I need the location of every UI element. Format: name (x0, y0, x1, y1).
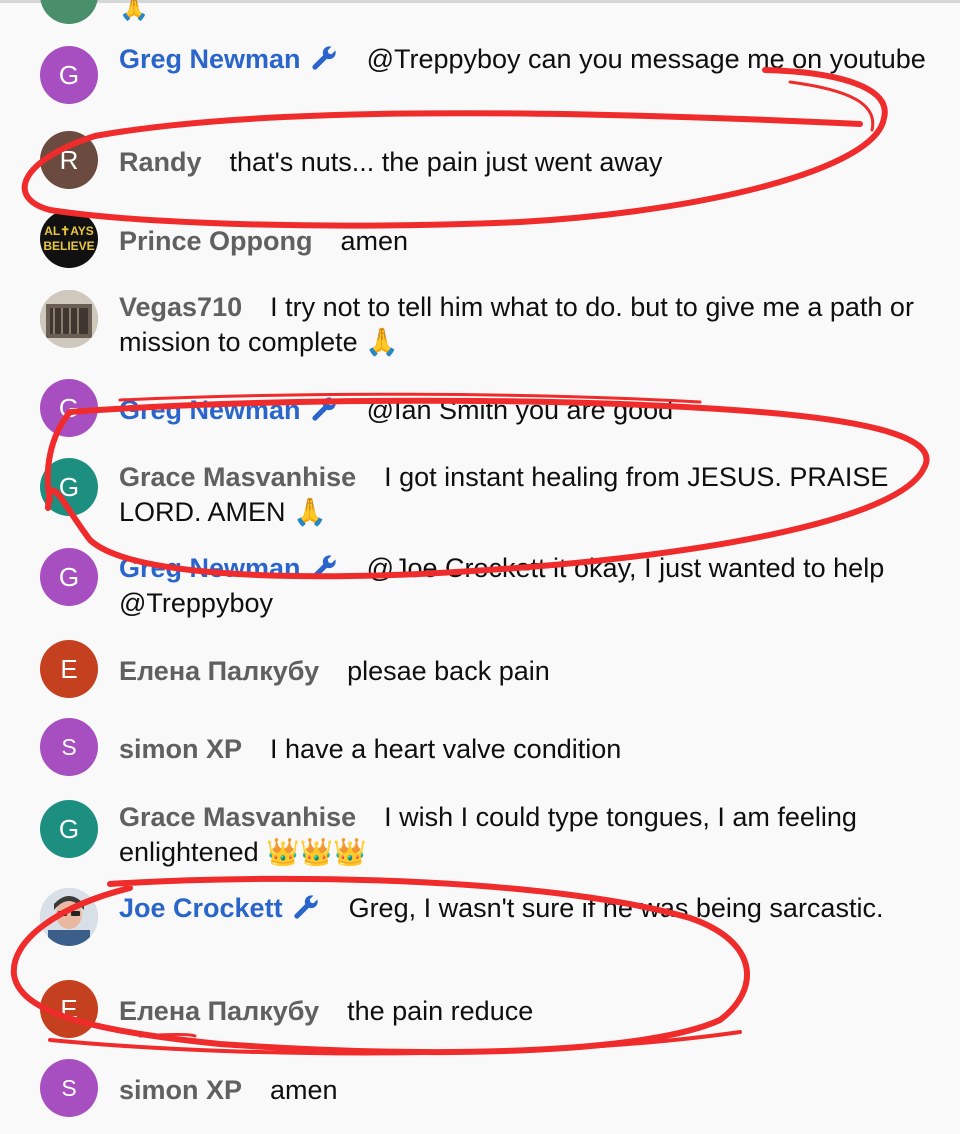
message-text: @Treppyboy can you message me on youtube (366, 44, 926, 74)
avatar[interactable]: G (40, 800, 98, 858)
author-name[interactable]: Prince Oppong (119, 226, 313, 256)
avatar-letter: G (58, 561, 80, 592)
message-text: plesae back pain (347, 656, 550, 686)
avatar[interactable]: G (40, 458, 98, 516)
author-name-text: Joe Crockett (119, 893, 283, 923)
partial-message-emoji: 🙏 (119, 0, 149, 22)
avatar[interactable]: E (40, 640, 98, 698)
avatar-letter: G (58, 392, 80, 423)
author-name-text: Greg Newman (119, 395, 301, 425)
author-name[interactable]: Vegas710 (119, 292, 242, 322)
wrench-icon (311, 397, 336, 421)
avatar[interactable]: G (40, 548, 98, 606)
avatar[interactable]: AL✝AYS BELIEVE (40, 210, 98, 268)
message-text: amen (340, 226, 409, 256)
photo-avatar (40, 888, 98, 946)
wrench-icon (311, 555, 336, 579)
avatar-letter: E (60, 993, 78, 1024)
avatar-letter: E (60, 653, 78, 684)
avatar[interactable]: S (40, 1059, 98, 1117)
message-text: I have a heart valve condition (270, 734, 622, 764)
avatar-letter: G (58, 59, 80, 90)
author-name-text: Greg Newman (119, 44, 301, 74)
message-text: Greg, I wasn't sure if he was being sarc… (348, 893, 884, 923)
partial-avatar (40, 0, 98, 24)
message-text: @Ian Smith you are good (366, 395, 674, 425)
avatar-letter: R (59, 144, 79, 175)
author-name[interactable]: Greg Newman (119, 44, 339, 74)
wrench-icon (311, 46, 336, 70)
author-name[interactable]: Greg Newman (119, 553, 339, 583)
avatar[interactable]: S (40, 718, 98, 776)
author-name[interactable]: simon XP (119, 1075, 242, 1105)
avatar-letter: S (61, 733, 77, 760)
avatar[interactable]: G (40, 379, 98, 437)
svg-text:AL✝AYS: AL✝AYS (44, 224, 94, 238)
avatar-letter: G (58, 471, 80, 502)
author-name[interactable]: Елена Палкубу (119, 996, 319, 1026)
author-name[interactable]: Grace Masvanhise (119, 462, 356, 492)
author-name[interactable]: Randy (119, 147, 202, 177)
author-name[interactable]: Joe Crockett (119, 893, 321, 923)
author-name-text: Greg Newman (119, 553, 301, 583)
message-text: amen (270, 1075, 338, 1105)
photo-avatar (40, 290, 98, 348)
wrench-icon (293, 895, 318, 919)
avatar[interactable]: E (40, 980, 98, 1038)
avatar[interactable] (40, 290, 98, 348)
avatar-letter: G (58, 813, 80, 844)
author-name[interactable]: Greg Newman (119, 395, 339, 425)
avatar[interactable]: G (40, 46, 98, 104)
message-text: the pain reduce (347, 996, 534, 1026)
svg-text:BELIEVE: BELIEVE (43, 239, 94, 253)
message-text: that's nuts... the pain just went away (229, 147, 663, 177)
avatar[interactable] (40, 888, 98, 946)
avatar[interactable]: R (40, 131, 98, 189)
live-chat-list[interactable]: 🙏 G Greg Newman @Treppyboy can you messag… (0, 0, 960, 1134)
author-name[interactable]: simon XP (119, 734, 242, 764)
always-believe-logo: AL✝AYS BELIEVE (43, 224, 94, 253)
author-name[interactable]: Grace Masvanhise (119, 802, 356, 832)
avatar-letter: S (61, 1074, 77, 1101)
author-name[interactable]: Елена Палкубу (119, 656, 319, 686)
